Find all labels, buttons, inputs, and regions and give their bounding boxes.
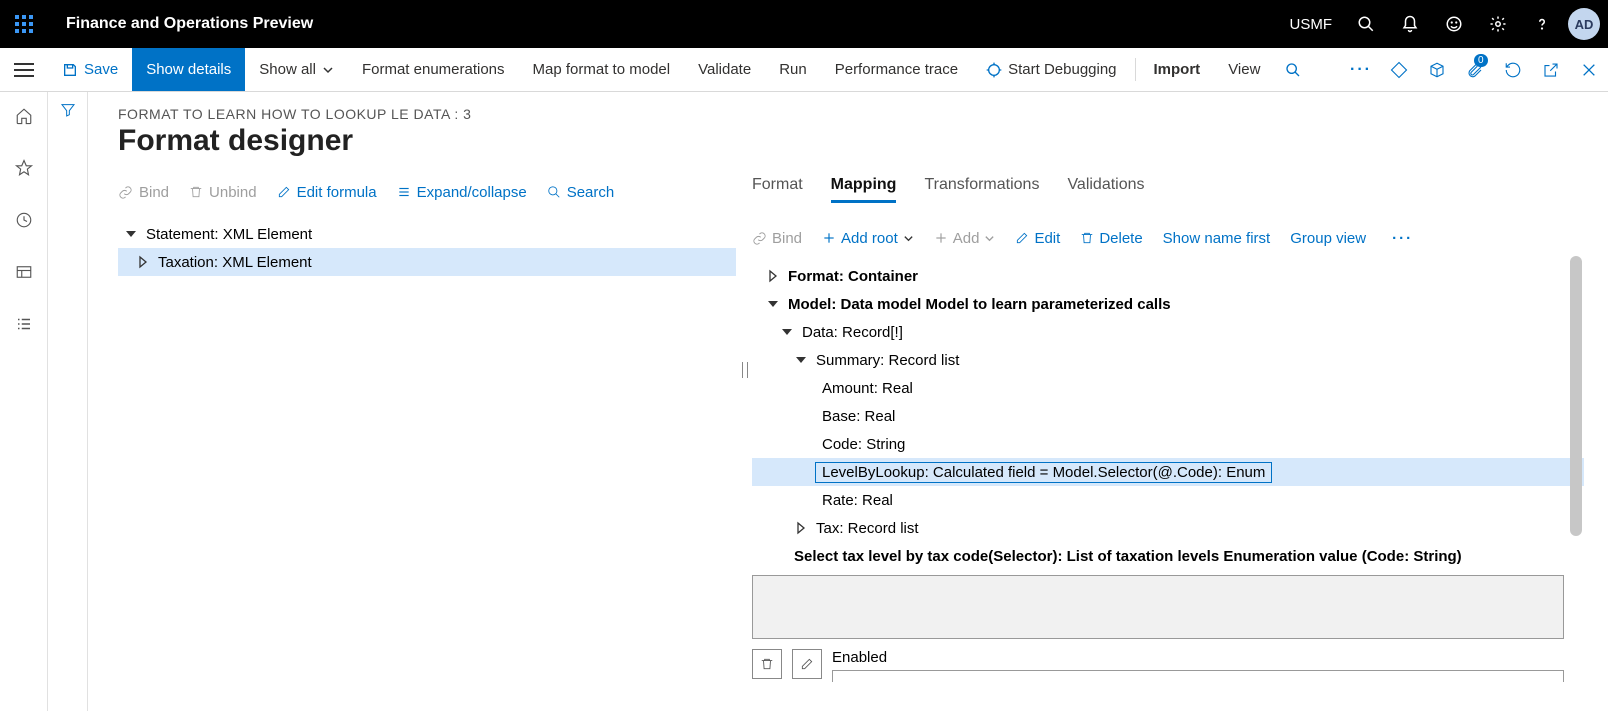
delete-button[interactable]: Delete [1080,230,1142,247]
hamburger-icon[interactable] [0,48,48,91]
nav-workspace-icon[interactable] [0,256,48,288]
performance-trace-button[interactable]: Performance trace [821,48,972,91]
tab-mapping[interactable]: Mapping [831,176,897,203]
more-icon[interactable]: ··· [1342,48,1380,91]
mapping-node-format[interactable]: Format: Container [752,262,1584,290]
mapping-bind-button[interactable]: Bind [752,230,802,247]
attachment-badge: 0 [1474,54,1488,67]
save-label: Save [84,61,118,78]
splitter-handle[interactable] [742,362,748,378]
format-enumerations-button[interactable]: Format enumerations [348,48,519,91]
view-button[interactable]: View [1214,48,1274,91]
mapping-node-tax[interactable]: Tax: Record list [752,514,1584,542]
popout-icon[interactable] [1532,48,1570,91]
tab-transformations[interactable]: Transformations [924,176,1039,200]
edit-formula-small-button[interactable] [792,649,822,679]
edit-button[interactable]: Edit [1015,230,1060,247]
help-icon[interactable] [1520,0,1564,48]
enabled-input[interactable] [832,670,1564,682]
group-view-button[interactable]: Group view [1290,230,1366,247]
app-title: Finance and Operations Preview [66,15,313,33]
collapse-icon[interactable] [780,325,794,339]
mapping-node-summary[interactable]: Summary: Record list [752,346,1584,374]
mapping-node-base[interactable]: Base: Real [752,402,1584,430]
cmd-search-icon[interactable] [1274,48,1312,91]
mapping-node-amount[interactable]: Amount: Real [752,374,1584,402]
format-tree-node-taxation[interactable]: Taxation: XML Element [118,248,736,276]
add-root-button[interactable]: Add root [822,230,914,247]
nav-modules-icon[interactable] [0,308,48,340]
refresh-icon[interactable] [1494,48,1532,91]
expand-collapse-button[interactable]: Expand/collapse [397,184,527,201]
tab-validations[interactable]: Validations [1067,176,1144,200]
scrollbar[interactable] [1570,256,1582,536]
run-button[interactable]: Run [765,48,821,91]
company-code[interactable]: USMF [1278,16,1345,33]
mapping-node-data[interactable]: Data: Record[!] [752,318,1584,346]
gear-icon[interactable] [1476,0,1520,48]
avatar[interactable]: AD [1568,8,1600,40]
bind-button[interactable]: Bind [118,184,169,201]
collapse-icon[interactable] [766,297,780,311]
collapse-icon[interactable] [794,353,808,367]
expand-icon[interactable] [136,255,150,269]
start-debugging-button[interactable]: Start Debugging [972,48,1130,91]
collapse-icon[interactable] [124,227,138,241]
edit-formula-button[interactable]: Edit formula [277,184,377,201]
filter-icon[interactable] [60,102,76,711]
format-tree-node-statement[interactable]: Statement: XML Element [118,220,736,248]
nav-recent-icon[interactable] [0,204,48,236]
show-all-button[interactable]: Show all [245,48,348,91]
nav-favorite-icon[interactable] [0,152,48,184]
smiley-icon[interactable] [1432,0,1476,48]
add-button[interactable]: Add [934,230,996,247]
mapping-node-rate[interactable]: Rate: Real [752,486,1584,514]
nav-home-icon[interactable] [0,100,48,132]
enabled-label: Enabled [832,649,1584,666]
save-button[interactable]: Save [48,48,132,91]
mapping-node-levelbylookup[interactable]: LevelByLookup: Calculated field = Model.… [752,458,1584,486]
attachment-icon[interactable]: 0 [1456,48,1494,91]
import-button[interactable]: Import [1140,48,1215,91]
expand-icon[interactable] [794,521,808,535]
tree-search-button[interactable]: Search [547,184,615,201]
diamond-icon[interactable] [1380,48,1418,91]
expand-icon[interactable] [766,269,780,283]
bell-icon[interactable] [1388,0,1432,48]
map-format-button[interactable]: Map format to model [519,48,685,91]
mapping-node-code[interactable]: Code: String [752,430,1584,458]
mapping-more-icon[interactable]: ··· [1386,230,1419,247]
show-details-button[interactable]: Show details [132,48,245,91]
show-name-first-button[interactable]: Show name first [1163,230,1271,247]
validate-button[interactable]: Validate [684,48,765,91]
box-icon[interactable] [1418,48,1456,91]
close-icon[interactable] [1570,48,1608,91]
mapping-node-model[interactable]: Model: Data model Model to learn paramet… [752,290,1584,318]
tab-format[interactable]: Format [752,176,803,200]
page-title: Format designer [118,124,1584,158]
mapping-description: Select tax level by tax code(Selector): … [752,548,1584,565]
unbind-button[interactable]: Unbind [189,184,257,201]
delete-formula-button[interactable] [752,649,782,679]
breadcrumb: FORMAT TO LEARN HOW TO LOOKUP LE DATA : … [118,106,1584,122]
search-icon[interactable] [1344,0,1388,48]
formula-display [752,575,1564,639]
app-launcher[interactable] [0,0,48,48]
